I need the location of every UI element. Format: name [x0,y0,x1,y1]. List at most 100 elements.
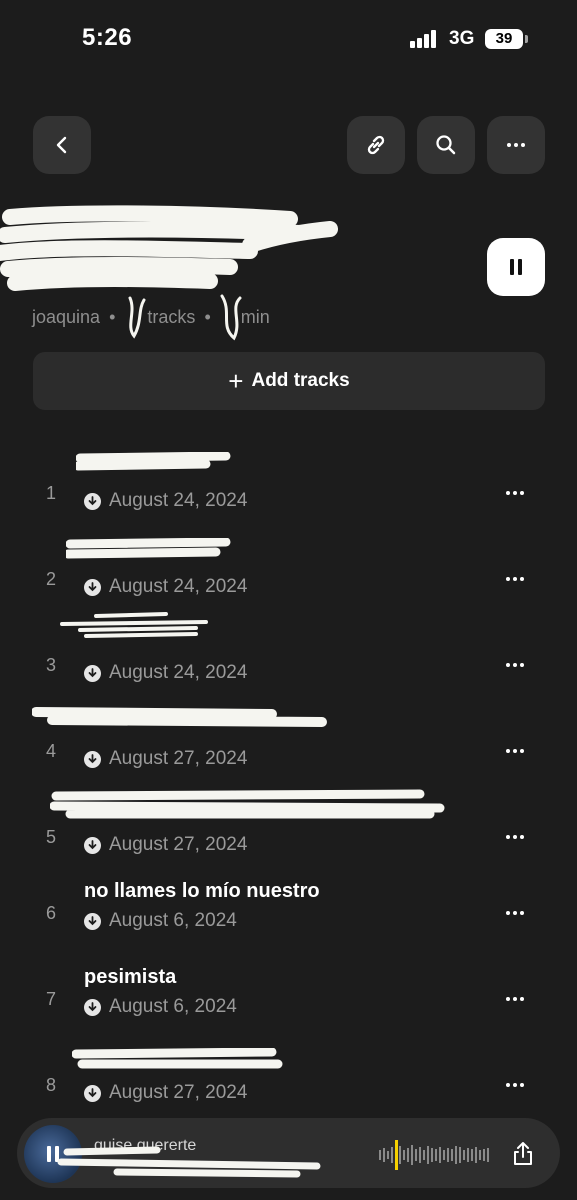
download-circle-icon [84,664,101,682]
redaction-scribble [76,452,231,471]
track-date: August 24, 2024 [109,662,248,683]
status-time: 5:26 [82,24,133,51]
waveform-bar [411,1145,413,1165]
track-subtitle: August 6, 2024 [84,996,237,1018]
track-more-button[interactable] [498,648,532,682]
track-row[interactable]: 2 August 24, 2024 [0,538,577,618]
owner-name[interactable]: joaquina [32,307,100,327]
waveform-bar [471,1149,473,1161]
track-row[interactable]: 1 August 24, 2024 [0,452,577,532]
waveform-bar [467,1148,469,1162]
track-subtitle: August 24, 2024 [84,662,247,684]
playhead[interactable] [395,1140,398,1170]
link-icon [367,135,385,155]
track-more-button[interactable] [498,820,532,854]
track-date: August 27, 2024 [109,834,248,855]
track-number: 4 [46,741,57,761]
waveform-scrubber[interactable] [379,1140,491,1170]
track-row[interactable]: 8 August 27, 2024 [0,1044,577,1124]
waveform-bar [483,1149,485,1161]
track-title: pesimista [84,966,177,988]
add-tracks-button[interactable]: + Add tracks [33,352,545,410]
more-options-button[interactable] [487,116,545,174]
track-number: 3 [46,655,57,675]
download-circle-icon [84,912,101,930]
more-horizontal-icon [506,835,524,839]
waveform-bar [435,1149,437,1161]
track-more-button[interactable] [498,1068,532,1102]
mini-player[interactable]: quise quererte [17,1118,560,1188]
redaction-scribble [72,1048,283,1069]
waveform-bar [391,1147,393,1163]
waveform-bar [455,1146,457,1164]
pause-icon [510,259,522,275]
waveform-bar [383,1148,385,1162]
download-circle-icon [84,492,101,510]
download-circle-icon [84,578,101,596]
plus-icon: + [228,366,244,396]
waveform-bar [439,1147,441,1163]
more-horizontal-icon [506,911,524,915]
waveform-bar [407,1148,409,1162]
track-more-button[interactable] [498,982,532,1016]
track-number: 8 [46,1075,57,1095]
track-more-button[interactable] [498,896,532,930]
track-subtitle: August 27, 2024 [84,1082,247,1104]
waveform-bar [431,1148,433,1162]
track-subtitle: August 24, 2024 [84,576,247,598]
track-number: 1 [46,483,57,503]
track-row[interactable]: 6 no llames lo mío nuestro August 6, 202… [0,872,577,952]
redaction-scribble [0,205,338,291]
more-horizontal-icon [506,663,524,667]
waveform-bar [379,1150,381,1160]
waveform-bar [479,1150,481,1160]
track-date: August 24, 2024 [109,490,248,511]
waveform-bar [487,1148,489,1162]
track-row[interactable]: 3 August 24, 2024 [0,612,577,704]
waveform-bar [399,1146,401,1164]
track-number: 6 [46,903,57,923]
track-row[interactable]: 7 pesimista August 6, 2024 [0,958,577,1038]
signal-icon [410,30,438,48]
waveform-bar [459,1147,461,1163]
playlist-title-redacted [0,205,452,295]
waveform-bar [423,1150,425,1160]
more-horizontal-icon [506,491,524,495]
battery-icon: 39 [485,29,523,49]
redaction-scribble [128,294,242,341]
download-circle-icon [84,998,101,1016]
track-subtitle: August 27, 2024 [84,748,247,770]
share-icon[interactable] [509,1140,537,1168]
track-number: 7 [46,989,57,1009]
waveform-bar [447,1148,449,1162]
back-button[interactable] [33,116,91,174]
more-horizontal-icon [507,143,525,147]
more-horizontal-icon [506,577,524,581]
status-bar: 5:26 3G 39 [0,0,577,80]
copy-link-button[interactable] [347,116,405,174]
redaction-scribble [60,612,208,638]
track-more-button[interactable] [498,562,532,596]
download-circle-icon [84,750,101,768]
redaction-scribble [50,789,445,819]
search-button[interactable] [417,116,475,174]
play-pause-button[interactable] [487,238,545,296]
track-row[interactable]: 4 August 27, 2024 [0,707,577,790]
redaction-scribble [57,1146,321,1178]
track-subtitle: August 6, 2024 [84,910,237,932]
add-tracks-label: Add tracks [251,370,350,391]
track-title: no llames lo mío nuestro [84,880,320,902]
track-more-button[interactable] [498,476,532,510]
waveform-bar [419,1147,421,1163]
track-more-button[interactable] [498,734,532,768]
download-circle-icon [84,1084,101,1102]
track-date: August 6, 2024 [109,996,237,1017]
waveform-bar [415,1149,417,1161]
waveform-bar [443,1150,445,1160]
network-type: 3G [449,28,475,49]
track-number: 2 [46,569,57,589]
more-horizontal-icon [506,1083,524,1087]
redaction-scribble [32,707,327,727]
redaction-scribble [66,538,231,559]
track-row[interactable]: 5 August 27, 2024 [0,789,577,876]
